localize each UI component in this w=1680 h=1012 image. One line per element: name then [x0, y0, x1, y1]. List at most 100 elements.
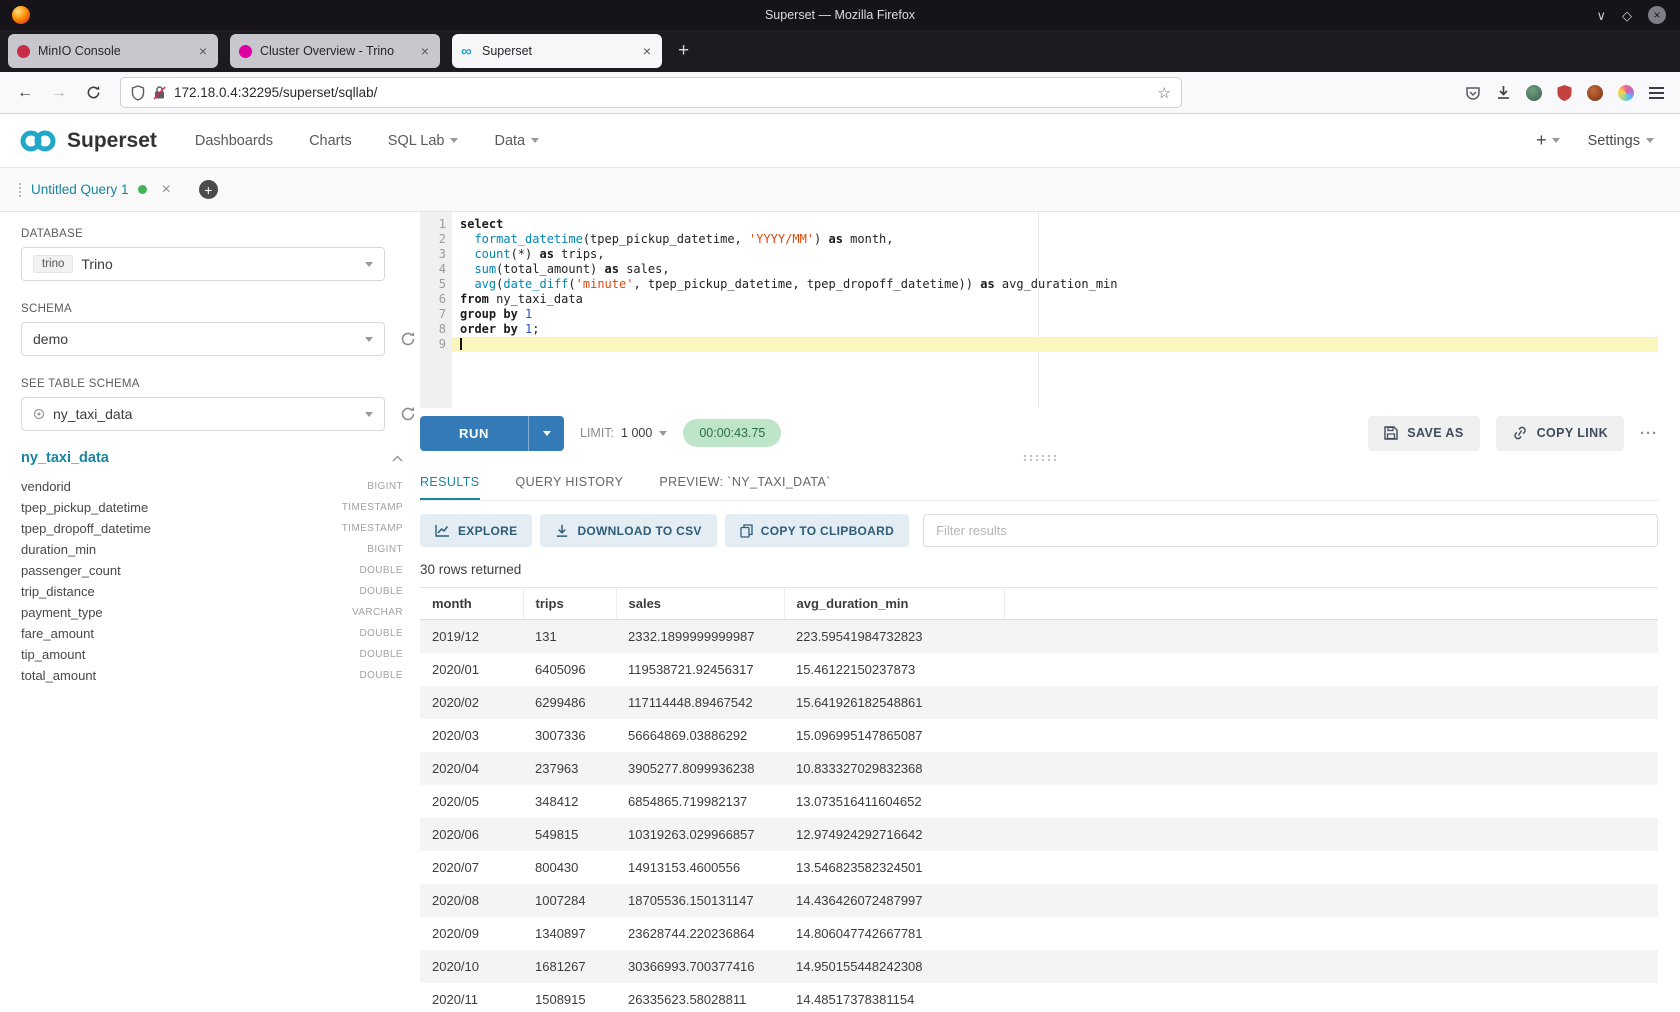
nav-sql-lab[interactable]: SQL Lab [388, 133, 459, 149]
chevron-down-icon [450, 138, 458, 143]
tab-query-history[interactable]: QUERY HISTORY [516, 463, 624, 500]
drag-handle-icon[interactable] [1022, 454, 1056, 461]
results-cell: 6405096 [523, 653, 616, 686]
new-tab-button[interactable]: + [674, 40, 693, 62]
editor-pane: 123456789 select format_datetime(tpep_pi… [420, 212, 1680, 1012]
ublock-shield-icon[interactable] [1557, 85, 1572, 101]
results-cell-filler [1004, 851, 1658, 884]
sql-editor[interactable]: 123456789 select format_datetime(tpep_pi… [420, 212, 1658, 408]
chevron-down-icon [365, 337, 373, 342]
results-cell: 2020/02 [420, 686, 523, 719]
database-engine-badge: trino [33, 255, 73, 273]
close-button[interactable]: × [1648, 6, 1666, 24]
query-tab-active[interactable]: Untitled Query 1 × [18, 181, 171, 199]
results-column-header[interactable]: trips [523, 588, 616, 620]
tab-close-icon[interactable]: × [641, 43, 653, 59]
results-column-header[interactable]: month [420, 588, 523, 620]
settings-menu[interactable]: Settings [1588, 133, 1654, 149]
superset-logo[interactable]: Superset [18, 128, 157, 154]
table-columns-list: vendoridBIGINTtpep_pickup_datetimeTIMEST… [21, 476, 420, 686]
table-select[interactable]: ny_taxi_data [21, 397, 385, 431]
back-button[interactable]: ← [10, 78, 40, 108]
save-as-button[interactable]: SAVE AS [1368, 416, 1479, 451]
insecure-lock-icon[interactable] [153, 85, 166, 100]
results-column-header[interactable]: sales [616, 588, 784, 620]
limit-value: 1 000 [621, 426, 652, 440]
column-type: BIGINT [367, 544, 403, 555]
query-tab-label[interactable]: Untitled Query 1 [31, 182, 129, 197]
query-status-dot [138, 185, 147, 194]
schema-select[interactable]: demo [21, 322, 385, 356]
browser-tab-superset[interactable]: ∞ Superset × [452, 34, 662, 68]
maximize-button[interactable]: ◇ [1622, 9, 1632, 22]
column-type: TIMESTAMP [342, 502, 403, 513]
column-name: payment_type [21, 605, 103, 620]
results-cell-filler [1004, 917, 1658, 950]
results-cell: 1007284 [523, 884, 616, 917]
url-text[interactable]: 172.18.0.4:32295/superset/sqllab/ [174, 85, 1150, 100]
browser-tabstrip: MinIO Console × Cluster Overview - Trino… [0, 30, 1680, 72]
run-button[interactable]: RUN [420, 416, 528, 451]
results-cell-filler [1004, 950, 1658, 983]
shield-icon[interactable] [131, 85, 145, 101]
forward-button[interactable]: → [44, 78, 74, 108]
refresh-schema-button[interactable] [400, 331, 416, 347]
tab-preview[interactable]: PREVIEW: `NY_TAXI_DATA` [659, 463, 831, 500]
database-select[interactable]: trino Trino [21, 247, 385, 281]
database-value: Trino [81, 256, 112, 272]
bookmark-star-icon[interactable]: ☆ [1158, 84, 1171, 102]
chevron-down-icon [1552, 138, 1560, 143]
download-csv-button[interactable]: DOWNLOAD TO CSV [540, 514, 716, 547]
results-cell: 15.096995147865087 [784, 719, 1004, 752]
chevron-down-icon [531, 138, 539, 143]
results-cell: 2020/10 [420, 950, 523, 983]
limit-dropdown[interactable]: LIMIT: 1 000 [580, 426, 667, 440]
results-cell: 800430 [523, 851, 616, 884]
nav-charts[interactable]: Charts [309, 133, 352, 149]
schema-column-row: passenger_countDOUBLE [21, 560, 403, 581]
extension-icon-2[interactable] [1587, 85, 1603, 101]
results-cell: 14.806047742667781 [784, 917, 1004, 950]
browser-tab-minio[interactable]: MinIO Console × [8, 34, 218, 68]
browser-navbar: ← → 172.18.0.4:32295/superset/sqllab/ ☆ [0, 72, 1680, 114]
drag-handle-icon[interactable] [18, 182, 22, 197]
explore-button[interactable]: EXPLORE [420, 514, 532, 547]
results-column-header[interactable]: avg_duration_min [784, 588, 1004, 620]
pane-divider[interactable] [420, 451, 1658, 463]
refresh-table-button[interactable] [400, 406, 416, 422]
copy-link-button[interactable]: COPY LINK [1496, 416, 1624, 451]
sql-lab-content: DATABASE trino Trino SCHEMA demo [0, 212, 1680, 1012]
results-cell: 2020/01 [420, 653, 523, 686]
results-cell-filler [1004, 653, 1658, 686]
url-bar[interactable]: 172.18.0.4:32295/superset/sqllab/ ☆ [120, 77, 1182, 108]
nav-data[interactable]: Data [494, 133, 539, 149]
browser-tab-trino[interactable]: Cluster Overview - Trino × [230, 34, 440, 68]
query-tab-close-icon[interactable]: × [162, 181, 171, 199]
add-query-tab-button[interactable]: + [199, 180, 218, 199]
tab-results[interactable]: RESULTS [420, 463, 480, 500]
column-name: vendorid [21, 479, 71, 494]
tab-close-icon[interactable]: × [419, 43, 431, 59]
nav-dashboards[interactable]: Dashboards [195, 133, 273, 149]
extension-icon-1[interactable] [1526, 85, 1542, 101]
downloads-icon[interactable] [1496, 85, 1511, 100]
results-cell: 2332.1899999999987 [616, 620, 784, 653]
run-options-button[interactable] [528, 416, 564, 451]
tab-close-icon[interactable]: × [197, 43, 209, 59]
filter-results-input[interactable] [923, 514, 1658, 547]
reload-button[interactable] [78, 78, 108, 108]
menu-button[interactable] [1649, 87, 1664, 99]
pocket-icon[interactable] [1465, 85, 1481, 101]
minimize-button[interactable]: ∨ [1596, 9, 1606, 22]
results-cell: 2020/05 [420, 785, 523, 818]
results-row: 2020/10168126730366993.70037741614.95015… [420, 950, 1658, 983]
more-actions-button[interactable]: ··· [1640, 425, 1658, 442]
new-item-button[interactable]: + [1536, 130, 1560, 151]
editor-code-area[interactable]: select format_datetime(tpep_pickup_datet… [452, 212, 1658, 408]
copy-clipboard-button[interactable]: COPY TO CLIPBOARD [725, 514, 909, 547]
chevron-down-icon [365, 412, 373, 417]
sql-lab-sidebar: DATABASE trino Trino SCHEMA demo [0, 212, 420, 1012]
results-cell: 117114448.89467542 [616, 686, 784, 719]
extension-icon-3[interactable] [1618, 85, 1634, 101]
collapse-table-button[interactable] [392, 449, 403, 467]
